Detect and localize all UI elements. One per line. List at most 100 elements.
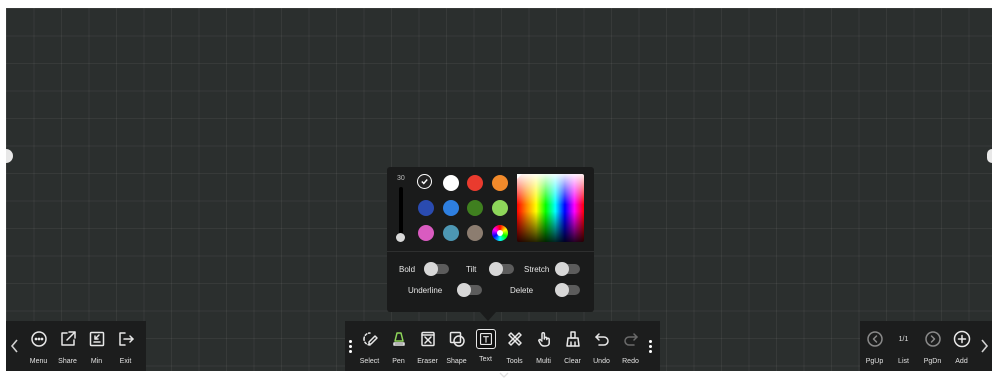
underline-toggle[interactable] (457, 283, 482, 297)
page-up-icon (865, 329, 885, 349)
check-icon (421, 179, 428, 185)
bold-toggle[interactable] (424, 262, 449, 276)
page-up-label: PgUp (865, 358, 884, 365)
page-down-button[interactable]: PgDn (918, 321, 947, 371)
page-down-icon (923, 329, 943, 349)
stretch-toggle-knob (555, 262, 569, 276)
color-swatch-teal[interactable] (443, 225, 459, 241)
color-swatch-dark-green[interactable] (467, 200, 483, 216)
stretch-label: Stretch (524, 265, 550, 274)
clear-label: Clear (564, 358, 581, 365)
page-list-button[interactable]: 1/1 List (889, 321, 918, 371)
main-toolbar: Select Pen Eraser Shape Text Tools Multi… (345, 321, 660, 371)
color-spectrum-picker[interactable] (517, 174, 584, 242)
add-page-button[interactable]: Add (947, 321, 976, 371)
page-up-button[interactable]: PgUp (860, 321, 889, 371)
tools-label: Tools (506, 358, 523, 365)
collapse-left-button[interactable] (6, 321, 24, 371)
shape-button[interactable]: Shape (442, 321, 471, 371)
shape-icon (447, 329, 467, 349)
add-page-icon (952, 329, 972, 349)
bold-label: Bold (399, 265, 416, 274)
undo-label: Undo (593, 358, 610, 365)
pen-icon (389, 329, 409, 349)
text-label: Text (479, 356, 492, 363)
exit-label: Exit (119, 358, 132, 365)
color-swatch-light-green[interactable] (492, 200, 508, 216)
share-icon (58, 329, 78, 349)
panel-divider (387, 251, 594, 252)
drag-handle-right[interactable] (645, 321, 655, 371)
minimize-label: Min (90, 358, 103, 365)
select-icon (360, 329, 380, 349)
page-list-label: List (898, 358, 909, 365)
multi-button[interactable]: Multi (529, 321, 558, 371)
multi-label: Multi (536, 358, 551, 365)
color-swatch-red[interactable] (467, 175, 483, 191)
chevron-right-icon (981, 339, 989, 353)
spectrum-selection-marker (517, 174, 522, 179)
color-swatch-blue[interactable] (443, 200, 459, 216)
color-wheel-swatch[interactable] (492, 225, 508, 241)
page-down-label: PgDn (923, 358, 942, 365)
clear-button[interactable]: Clear (558, 321, 587, 371)
eraser-button[interactable]: Eraser (413, 321, 442, 371)
text-icon (475, 329, 496, 349)
menu-button[interactable]: Menu (24, 321, 53, 371)
collapse-toolbar-button[interactable] (499, 365, 509, 378)
add-page-label: Add (955, 358, 968, 365)
undo-button[interactable]: Undo (587, 321, 616, 371)
undo-icon (592, 329, 612, 349)
multi-touch-icon (534, 329, 554, 349)
eraser-label: Eraser (417, 358, 438, 365)
tilt-label: Tilt (466, 265, 477, 274)
share-button[interactable]: Share (53, 321, 82, 371)
redo-button[interactable]: Redo (616, 321, 645, 371)
color-swatch-black-selected[interactable] (417, 174, 432, 189)
exit-icon (116, 329, 136, 349)
chevron-down-icon (499, 372, 509, 378)
stretch-toggle[interactable] (555, 262, 580, 276)
tilt-toggle[interactable] (489, 262, 514, 276)
right-edge-handle[interactable] (987, 149, 992, 163)
text-button[interactable]: Text (471, 321, 500, 371)
collapse-right-button[interactable] (976, 321, 992, 371)
select-button[interactable]: Select (355, 321, 384, 371)
drag-handle-left[interactable] (345, 321, 355, 371)
color-wheel-center (497, 230, 503, 236)
color-swatch-dark-blue[interactable] (418, 200, 434, 216)
panel-pointer (480, 312, 496, 321)
shape-label: Shape (446, 358, 467, 365)
page-indicator: 1/1 (898, 335, 909, 343)
bold-toggle-knob (424, 262, 438, 276)
exit-button[interactable]: Exit (111, 321, 140, 371)
delete-toggle-knob (555, 283, 569, 297)
tools-button[interactable]: Tools (500, 321, 529, 371)
minimize-button[interactable]: Min (82, 321, 111, 371)
color-swatch-pink[interactable] (418, 225, 434, 241)
text-size-value: 30 (397, 175, 405, 182)
redo-label: Redo (622, 358, 639, 365)
eraser-icon (418, 329, 438, 349)
color-swatch-orange[interactable] (492, 175, 508, 191)
chevron-left-icon (10, 339, 18, 353)
pen-button[interactable]: Pen (384, 321, 413, 371)
redo-icon (621, 329, 641, 349)
tools-icon (505, 329, 525, 349)
menu-icon (29, 329, 49, 349)
clear-icon (563, 329, 583, 349)
page-toolbar: PgUp 1/1 List PgDn Add (860, 321, 992, 371)
underline-label: Underline (408, 286, 443, 295)
delete-label: Delete (510, 286, 534, 295)
tilt-toggle-knob (489, 262, 503, 276)
select-label: Select (359, 358, 380, 365)
color-swatch-white[interactable] (443, 175, 459, 191)
left-toolbar: Menu Share Min Exit (6, 321, 146, 371)
menu-label: Menu (29, 358, 48, 365)
underline-toggle-knob (457, 283, 471, 297)
color-swatch-taupe[interactable] (467, 225, 483, 241)
delete-toggle[interactable] (555, 283, 580, 297)
text-size-slider[interactable] (399, 187, 403, 237)
pen-label: Pen (392, 358, 405, 365)
text-size-slider-handle[interactable] (396, 233, 405, 242)
